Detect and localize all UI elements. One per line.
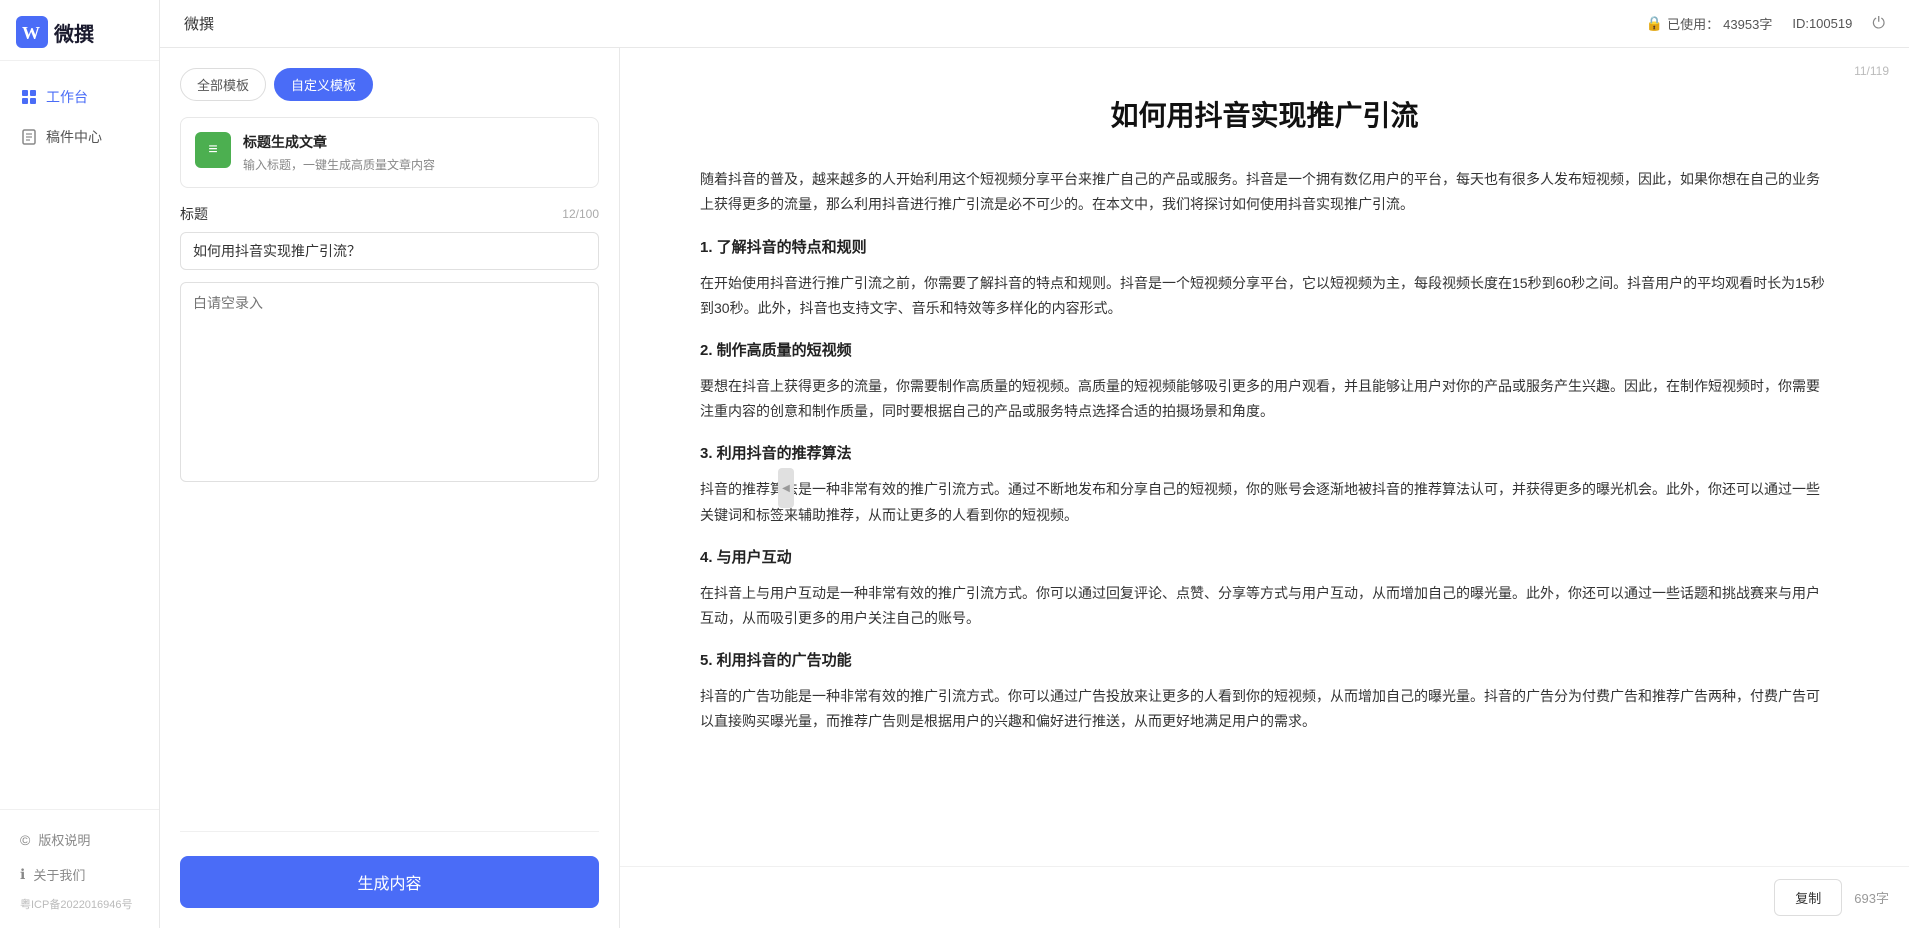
drafts-icon — [20, 128, 38, 146]
about-label: 关于我们 — [33, 865, 85, 884]
article-container: 11/119 如何用抖音实现推广引流 随着抖音的普及，越来越多的人开始利用这个短… — [620, 48, 1909, 866]
topbar: 微撰 🔒 已使用： 43953字 ID:100519 ⏻ — [160, 0, 1909, 48]
form-section: 标题 12/100 — [180, 204, 599, 815]
usage-value: 43953字 — [1723, 14, 1772, 33]
logo-icon: W — [16, 16, 48, 48]
right-bottom-bar: 复制 693字 — [620, 866, 1909, 928]
template-card-desc: 输入标题，一键生成高质量文章内容 — [243, 156, 584, 173]
doc-icon: 🔒 — [1646, 15, 1663, 32]
form-divider — [180, 831, 599, 832]
title-counter: 12/100 — [562, 207, 599, 221]
sidebar: W 微撰 工作台 — [0, 0, 160, 928]
article-title: 如何用抖音实现推广引流 — [700, 96, 1829, 135]
sidebar-item-workspace[interactable]: 工作台 — [0, 77, 159, 117]
tab-custom-templates[interactable]: 自定义模板 — [274, 68, 373, 101]
article-heading-4: 4. 与用户互动 — [700, 544, 1829, 571]
main-area: 微撰 🔒 已使用： 43953字 ID:100519 ⏻ 全部模板 自定义模板 — [160, 0, 1909, 928]
right-panel: 11/119 如何用抖音实现推广引流 随着抖音的普及，越来越多的人开始利用这个短… — [620, 48, 1909, 928]
copy-button[interactable]: 复制 — [1774, 879, 1842, 916]
article-heading-1: 1. 了解抖音的特点和规则 — [700, 234, 1829, 261]
workspace-label: 工作台 — [46, 87, 88, 107]
generate-button[interactable]: 生成内容 — [180, 856, 599, 908]
topbar-title: 微撰 — [184, 13, 214, 34]
app-name: 微撰 — [54, 18, 94, 47]
article-heading-5: 5. 利用抖音的广告功能 — [700, 647, 1829, 674]
template-card-info: 标题生成文章 输入标题，一键生成高质量文章内容 — [243, 132, 584, 173]
power-icon[interactable]: ⏻ — [1872, 15, 1885, 33]
template-tabs: 全部模板 自定义模板 — [180, 68, 599, 101]
workspace-icon — [20, 88, 38, 106]
usage-label: 已使用： — [1667, 14, 1719, 33]
word-count: 693字 — [1854, 888, 1889, 907]
article-para-4: 在抖音上与用户互动是一种非常有效的推广引流方式。你可以通过回复评论、点赞、分享等… — [700, 581, 1829, 631]
article-para-2: 要想在抖音上获得更多的流量，你需要制作高质量的短视频。高质量的短视频能够吸引更多… — [700, 374, 1829, 424]
article-intro: 随着抖音的普及，越来越多的人开始利用这个短视频分享平台来推广自己的产品或服务。抖… — [700, 167, 1829, 217]
drafts-label: 稿件中心 — [46, 127, 102, 147]
topbar-right: 🔒 已使用： 43953字 ID:100519 ⏻ — [1646, 14, 1885, 33]
article-para-1: 在开始使用抖音进行推广引流之前，你需要了解抖音的特点和规则。抖音是一个短视频分享… — [700, 271, 1829, 321]
sidebar-footer: © 版权说明 ℹ 关于我们 粤ICP备2022016946号 — [0, 809, 159, 928]
article-body: 随着抖音的普及，越来越多的人开始利用这个短视频分享平台来推广自己的产品或服务。抖… — [700, 167, 1829, 734]
article-para-5: 抖音的广告功能是一种非常有效的推广引流方式。你可以通过广告投放来让更多的人看到你… — [700, 684, 1829, 734]
sidebar-item-drafts[interactable]: 稿件中心 — [0, 117, 159, 157]
page-counter: 11/119 — [1854, 64, 1889, 78]
icp-text: 粤ICP备2022016946号 — [0, 892, 159, 920]
svg-text:W: W — [22, 23, 40, 43]
footer-copyright[interactable]: © 版权说明 — [0, 822, 159, 857]
template-card-title: 标题生成文章 — [243, 132, 584, 152]
template-card-icon: ≡ — [195, 132, 231, 168]
user-id: ID:100519 — [1792, 16, 1852, 31]
tab-all-templates[interactable]: 全部模板 — [180, 68, 266, 101]
usage-info: 🔒 已使用： 43953字 — [1646, 14, 1773, 33]
title-label: 标题 — [180, 204, 208, 224]
title-input[interactable] — [180, 232, 599, 270]
copyright-label: 版权说明 — [38, 830, 90, 849]
template-card-article[interactable]: ≡ 标题生成文章 输入标题，一键生成高质量文章内容 — [180, 117, 599, 188]
form-label-row: 标题 12/100 — [180, 204, 599, 224]
about-icon: ℹ — [20, 866, 25, 883]
copyright-icon: © — [20, 832, 30, 848]
collapse-button[interactable]: ◀ — [778, 468, 794, 508]
content-textarea[interactable] — [180, 282, 599, 482]
article-para-3: 抖音的推荐算法是一种非常有效的推广引流方式。通过不断地发布和分享自己的短视频，你… — [700, 477, 1829, 527]
left-panel: 全部模板 自定义模板 ≡ 标题生成文章 输入标题，一键生成高质量文章内容 标题 … — [160, 48, 620, 928]
article-heading-3: 3. 利用抖音的推荐算法 — [700, 440, 1829, 467]
logo-area: W 微撰 — [0, 0, 159, 61]
sidebar-nav: 工作台 稿件中心 — [0, 61, 159, 809]
article-heading-2: 2. 制作高质量的短视频 — [700, 337, 1829, 364]
footer-about[interactable]: ℹ 关于我们 — [0, 857, 159, 892]
panels-wrapper: 全部模板 自定义模板 ≡ 标题生成文章 输入标题，一键生成高质量文章内容 标题 … — [160, 48, 1909, 928]
